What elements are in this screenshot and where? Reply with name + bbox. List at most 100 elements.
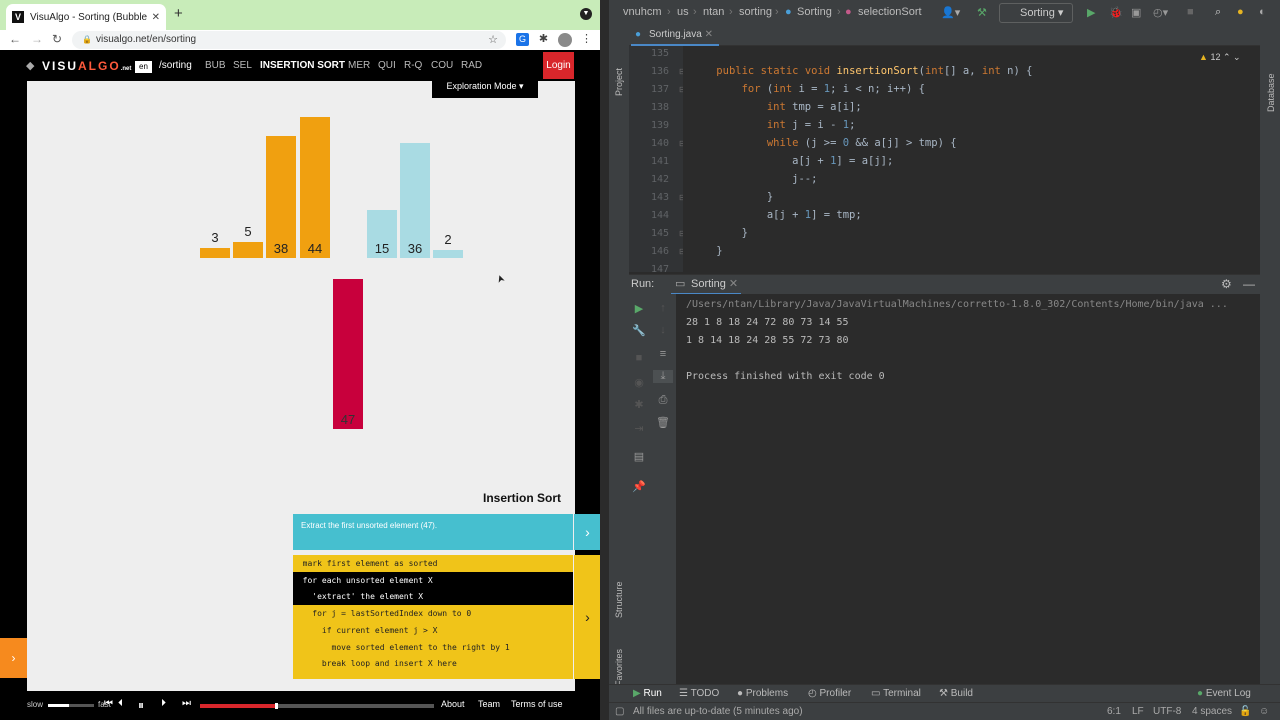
panel-toggle-icon[interactable]: ▢: [615, 706, 624, 717]
trash-icon[interactable]: 🗑: [653, 416, 673, 429]
minimize-icon[interactable]: —: [1243, 277, 1255, 291]
gear-icon[interactable]: ⚙: [1221, 277, 1232, 291]
scroll-up-icon[interactable]: ↑: [653, 302, 673, 314]
line-number: 141: [650, 156, 669, 167]
run-tab-sorting[interactable]: ▭ Sorting ✕: [671, 275, 741, 295]
address-bar[interactable]: 🔒 visualgo.net/en/sorting ☆: [72, 31, 506, 49]
update-icon[interactable]: ●: [1237, 6, 1244, 18]
structure-tool-button[interactable]: Structure: [614, 581, 624, 618]
terms-link[interactable]: Terms of use: [511, 699, 563, 709]
login-button[interactable]: Login: [543, 52, 574, 79]
code-toggle-button[interactable]: ›: [574, 555, 600, 679]
go-to-beginning-icon[interactable]: ⏮: [104, 698, 113, 709]
nav-r-q[interactable]: R-Q: [404, 60, 422, 71]
about-link[interactable]: About: [441, 699, 465, 709]
step-forward-icon[interactable]: ⏵: [161, 698, 166, 709]
print-icon[interactable]: ⎙: [653, 394, 673, 407]
event-log-button[interactable]: ● Event Log: [1197, 688, 1251, 699]
language-select[interactable]: en: [135, 61, 152, 73]
status-toggle-button[interactable]: ›: [574, 514, 600, 550]
forward-icon[interactable]: →: [31, 32, 43, 46]
warning-icon: ▲: [1199, 52, 1208, 62]
rerun-icon[interactable]: ▶: [629, 302, 649, 315]
indent-setting[interactable]: 4 spaces: [1192, 706, 1232, 717]
breadcrumb-us[interactable]: us: [677, 6, 689, 18]
breadcrumb-method[interactable]: selectionSort: [858, 6, 922, 18]
run-config-icon: ▭: [675, 278, 686, 290]
wrench-icon[interactable]: 🔧: [629, 324, 649, 337]
soft-wrap-icon[interactable]: ≡: [653, 348, 673, 360]
notifications-icon[interactable]: ☺: [1259, 706, 1269, 717]
console-output[interactable]: /Users/ntan/Library/Java/JavaVirtualMach…: [676, 294, 1260, 684]
visualgo-logo[interactable]: VISUALGO.net: [42, 59, 131, 73]
tab-todo[interactable]: ☰ TODO: [679, 688, 719, 699]
caret-position[interactable]: 6:1: [1107, 706, 1121, 717]
tab-terminal[interactable]: ▭ Terminal: [871, 688, 921, 699]
menu-icon[interactable]: ⋮: [580, 33, 593, 46]
translate-icon[interactable]: G: [516, 33, 529, 46]
lock-icon[interactable]: 🔓: [1239, 706, 1251, 717]
run-icon[interactable]: ▶: [1087, 6, 1095, 19]
breadcrumb-ntan[interactable]: ntan: [703, 6, 724, 18]
nav-cou[interactable]: COU: [431, 60, 453, 71]
close-icon[interactable]: ✕: [729, 278, 738, 290]
scroll-down-icon[interactable]: ↓: [653, 324, 673, 336]
code-editor[interactable]: ▲ 12 ⌃ ⌄ public static void insertionSor…: [683, 46, 1260, 272]
settings-icon[interactable]: ◐: [1259, 6, 1266, 18]
tab-problems[interactable]: ● Problems: [737, 688, 788, 699]
line-separator[interactable]: LF: [1132, 706, 1144, 717]
reload-icon[interactable]: ↻: [52, 32, 62, 46]
avatar[interactable]: [558, 33, 572, 47]
back-icon[interactable]: ←: [9, 32, 21, 46]
profile-icon[interactable]: ◴▾: [1153, 6, 1168, 19]
tab-build[interactable]: ⚒ Build: [939, 688, 973, 699]
browser-tab[interactable]: V VisuAlgo - Sorting (Bubble, Se ✕: [6, 4, 166, 30]
go-to-end-icon[interactable]: ⏭: [182, 698, 191, 709]
bug-off-icon[interactable]: ✱: [629, 398, 649, 411]
tab-profiler[interactable]: ◴ Profiler: [808, 688, 851, 699]
console-line: Process finished with exit code 0: [686, 371, 885, 382]
scroll-to-end-icon[interactable]: ⤓: [653, 370, 673, 383]
stop-icon[interactable]: ■: [629, 352, 649, 364]
nav-rad[interactable]: RAD: [461, 60, 482, 71]
search-icon[interactable]: ⌕: [1215, 6, 1221, 19]
build-hammer-icon[interactable]: ⚒: [977, 6, 987, 19]
breadcrumb-sorting[interactable]: sorting: [739, 6, 772, 18]
nav-sel[interactable]: SEL: [233, 60, 252, 71]
tab-run[interactable]: ▶ Run: [633, 688, 662, 699]
speed-slider[interactable]: [48, 704, 94, 707]
tab-search-icon[interactable]: ▼: [580, 8, 592, 20]
bookmark-star-icon[interactable]: ☆: [488, 31, 498, 49]
exploration-mode-dropdown[interactable]: Exploration Mode ▾: [432, 76, 538, 98]
coverage-icon[interactable]: ▣: [1131, 6, 1141, 19]
sidebar-toggle-button[interactable]: ›: [0, 638, 27, 678]
stop-icon[interactable]: ■: [1187, 6, 1194, 18]
nav-bub[interactable]: BUB: [205, 60, 226, 71]
file-encoding[interactable]: UTF-8: [1153, 706, 1181, 717]
new-tab-icon[interactable]: +: [174, 5, 183, 22]
exit-icon[interactable]: ⇥: [629, 422, 649, 435]
database-tool-button[interactable]: Database: [1266, 73, 1276, 112]
debug-icon[interactable]: 🐞: [1109, 6, 1123, 19]
nav-insertion-sort[interactable]: INSERTION SORT: [260, 60, 345, 71]
layout-icon[interactable]: ▤: [629, 450, 649, 463]
team-link[interactable]: Team: [478, 699, 500, 709]
close-icon[interactable]: ✕: [705, 29, 713, 40]
favorites-tool-button[interactable]: Favorites: [614, 649, 624, 686]
warning-indicator[interactable]: ▲ 12 ⌃ ⌄: [1199, 52, 1241, 63]
extensions-icon[interactable]: ✱: [537, 33, 550, 46]
tab-sorting-java[interactable]: ● Sorting.java ✕: [631, 26, 719, 46]
project-tool-button[interactable]: Project: [614, 68, 624, 96]
user-icon[interactable]: 👤▾: [941, 6, 960, 19]
tab-close-icon[interactable]: ✕: [152, 12, 160, 23]
breadcrumb-vnuhcm[interactable]: vnuhcm: [623, 6, 662, 18]
camera-icon[interactable]: ◉: [629, 376, 649, 389]
pause-icon[interactable]: ⏸: [138, 698, 144, 713]
nav-mer[interactable]: MER: [348, 60, 370, 71]
step-backward-icon[interactable]: ⏴: [118, 698, 123, 709]
progress-bar[interactable]: [200, 703, 434, 709]
run-config-dropdown[interactable]: Sorting ▾: [999, 3, 1073, 23]
pin-icon[interactable]: 📌: [629, 480, 649, 493]
nav-qui[interactable]: QUI: [378, 60, 396, 71]
breadcrumb-class[interactable]: Sorting: [797, 6, 832, 18]
